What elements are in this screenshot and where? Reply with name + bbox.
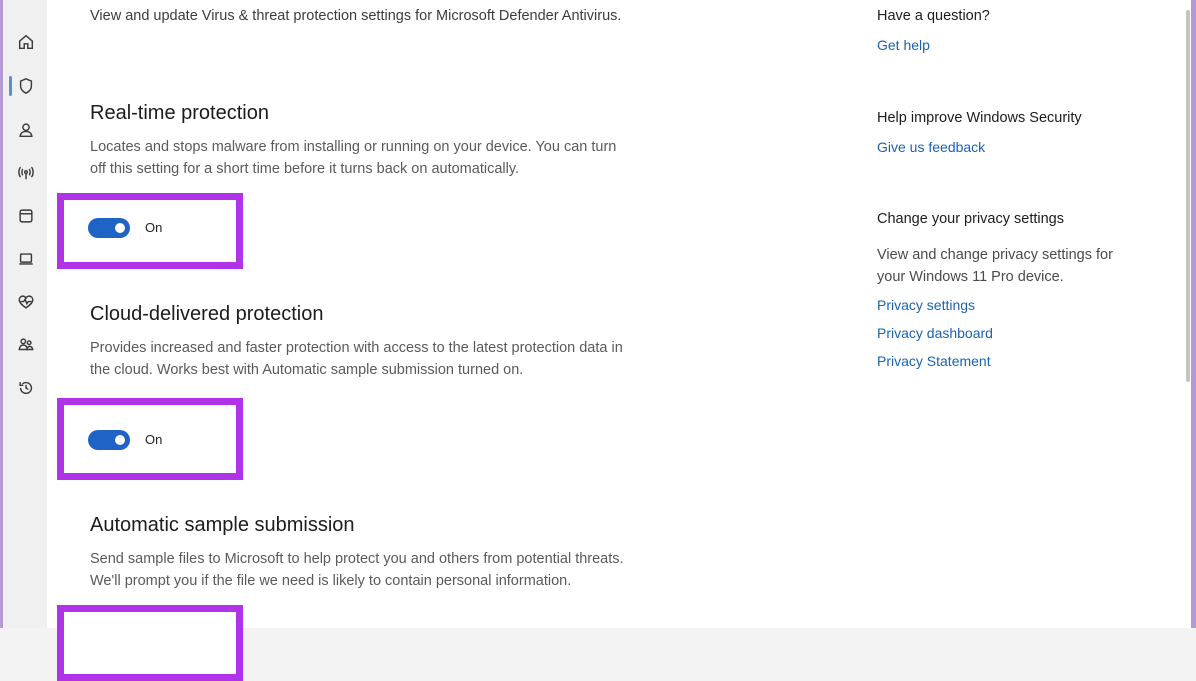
- cloud-toggle-label: On: [145, 432, 163, 447]
- realtime-toggle[interactable]: [88, 218, 130, 238]
- health-icon[interactable]: [16, 292, 36, 312]
- section-desc-realtime: Locates and stops malware from installin…: [90, 139, 617, 177]
- main-content: View and update Virus & threat protectio…: [47, 0, 837, 681]
- question-heading: Have a question?: [877, 8, 990, 24]
- realtime-toggle-label: On: [145, 220, 163, 235]
- section-desc-cloud: Provides increased and faster protection…: [90, 340, 623, 378]
- privacy-statement-link[interactable]: Privacy Statement: [877, 353, 991, 369]
- intro-text: View and update Virus & threat protectio…: [90, 8, 622, 24]
- highlight-box-cloud: On: [57, 398, 243, 480]
- app-browser-icon[interactable]: [16, 206, 36, 226]
- privacy-text: View and change privacy settings for you…: [877, 247, 1113, 285]
- section-desc-sample: Send sample files to Microsoft to help p…: [90, 551, 624, 589]
- shield-icon[interactable]: [16, 76, 36, 96]
- highlight-box-sample: [57, 605, 243, 681]
- history-icon[interactable]: [16, 378, 36, 398]
- feedback-link[interactable]: Give us feedback: [877, 139, 985, 155]
- privacy-heading: Change your privacy settings: [877, 211, 1064, 227]
- section-title-realtime: Real-time protection: [90, 102, 269, 124]
- toggle-knob: [115, 223, 125, 233]
- section-title-cloud: Cloud-delivered protection: [90, 303, 324, 325]
- network-icon[interactable]: [16, 163, 36, 183]
- toggle-knob: [115, 435, 125, 445]
- privacy-settings-link[interactable]: Privacy settings: [877, 297, 975, 313]
- improve-heading: Help improve Windows Security: [877, 110, 1082, 126]
- highlight-box-realtime: On: [57, 193, 243, 269]
- active-indicator: [9, 76, 12, 96]
- scrollbar-thumb[interactable]: [1186, 10, 1190, 382]
- privacy-dashboard-link[interactable]: Privacy dashboard: [877, 325, 993, 341]
- sidebar-nav: [3, 0, 47, 628]
- device-security-icon[interactable]: [16, 249, 36, 269]
- right-panel: Have a question? Get help Help improve W…: [837, 0, 1188, 628]
- family-icon[interactable]: [16, 335, 36, 355]
- home-icon[interactable]: [16, 32, 36, 52]
- account-icon[interactable]: [16, 120, 36, 140]
- section-title-sample: Automatic sample submission: [90, 514, 355, 536]
- get-help-link[interactable]: Get help: [877, 37, 930, 53]
- cloud-toggle[interactable]: [88, 430, 130, 450]
